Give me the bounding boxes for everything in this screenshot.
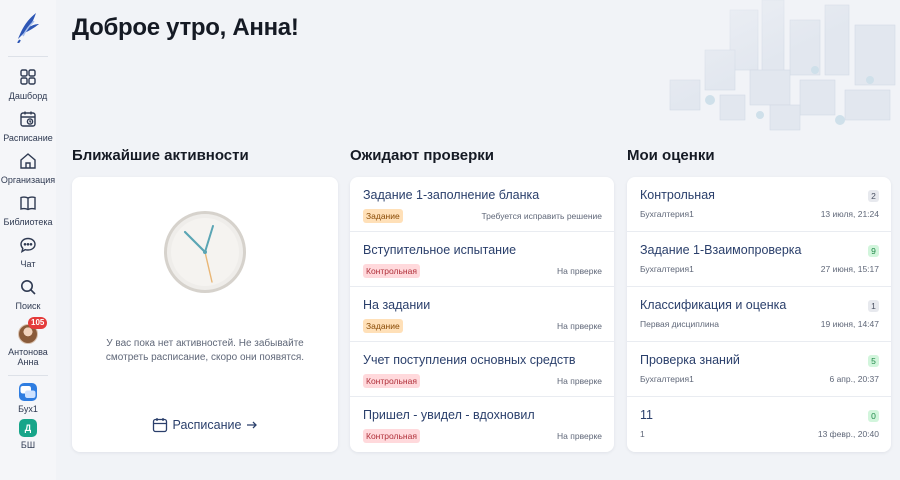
grade-course: Бухгалтерия1 — [640, 374, 694, 384]
grade-course: Бухгалтерия1 — [640, 264, 694, 274]
sidebar-item-label: Организация — [0, 175, 56, 185]
sidebar-item-label: Чат — [20, 259, 36, 269]
grade-date: 27 июня, 15:17 — [820, 264, 879, 274]
grade-badge: 0 — [868, 410, 879, 422]
activities-card: У вас пока нет активностей. Не забывайте… — [72, 177, 338, 452]
sidebar-item-label: Расписание — [3, 133, 53, 143]
grade-badge: 5 — [868, 355, 879, 367]
notification-badge: 105 — [28, 317, 48, 329]
review-item-title: Задание 1-заполнение бланка — [363, 188, 540, 202]
review-item[interactable]: Учет поступления основных средств Контро… — [350, 342, 614, 397]
grade-item-title: Задание 1-Взаимопроверка — [640, 243, 802, 257]
app-logo[interactable] — [11, 6, 45, 46]
org-label: БШ — [20, 440, 36, 450]
sidebar-org-buh1[interactable]: Бух1 — [0, 376, 56, 416]
sidebar-org-bsh[interactable]: Д БШ — [0, 416, 56, 452]
review-status: На прверке — [557, 376, 602, 386]
org-label: Бух1 — [18, 404, 38, 414]
sidebar-item-chat[interactable]: Чат — [0, 229, 56, 271]
clock-illustration-icon — [164, 211, 246, 293]
chat-icon — [20, 237, 36, 253]
review-item-title: Учет поступления основных средств — [363, 353, 576, 367]
grade-badge: 1 — [868, 300, 879, 312]
org-chip: Д — [19, 419, 37, 437]
review-item[interactable]: Задание 1-заполнение бланка Задание Требу… — [350, 177, 614, 232]
sidebar-item-organization[interactable]: Организация — [0, 145, 56, 187]
review-item-title: Пришел - увидел - вдохновил — [363, 408, 535, 422]
task-type-tag: Контрольная — [363, 429, 420, 443]
grade-course: 1 — [640, 429, 645, 439]
grade-item-title: Контрольная — [640, 188, 715, 202]
user-name-label: Антонова Анна — [8, 347, 48, 367]
chat-group-icon — [20, 386, 36, 398]
library-icon — [20, 196, 36, 211]
sidebar-item-library[interactable]: Библиотека — [0, 187, 56, 229]
grade-item[interactable]: 11 0 1 13 февр., 20:40 — [627, 397, 891, 452]
organization-icon — [20, 153, 36, 169]
grades-card: Контрольная 2 Бухгалтерия1 13 июля, 21:24… — [627, 177, 891, 452]
grade-item-title: 11 — [640, 408, 653, 422]
review-item-title: На задании — [363, 298, 431, 312]
empty-activities-text: У вас пока нет активностей. Не забывайте… — [105, 338, 305, 363]
task-type-tag: Контрольная — [363, 374, 420, 388]
sidebar-item-label: Дашборд — [8, 91, 48, 101]
dashboard-icon — [20, 69, 36, 85]
grade-item[interactable]: Задание 1-Взаимопроверка 9 Бухгалтерия1 2… — [627, 232, 891, 287]
page-title: Доброе утро, Анна! — [72, 14, 299, 41]
review-title: Ожидают проверки — [350, 147, 494, 164]
grade-date: 6 апр., 20:37 — [829, 374, 879, 384]
org-chip — [19, 383, 37, 401]
review-card: Задание 1-заполнение бланка Задание Требу… — [350, 177, 614, 452]
grade-item[interactable]: Классификация и оценка 1 Первая дисципли… — [627, 287, 891, 342]
sidebar-item-schedule[interactable]: Расписание — [0, 103, 56, 145]
schedule-link-label: Расписание — [172, 418, 242, 432]
calendar-icon — [152, 418, 167, 433]
grades-title: Мои оценки — [627, 147, 715, 164]
sidebar-item-dashboard[interactable]: Дашборд — [0, 61, 56, 103]
schedule-icon — [20, 111, 36, 127]
review-status: На прверке — [557, 321, 602, 331]
sidebar: Дашборд Расписание Организация Библиотек… — [0, 0, 56, 480]
search-icon — [21, 280, 36, 295]
review-status: На прверке — [557, 431, 602, 441]
grade-item[interactable]: Проверка знаний 5 Бухгалтерия1 6 апр., 20… — [627, 342, 891, 397]
sidebar-item-profile[interactable]: 105 Антонова Анна — [0, 313, 56, 369]
activities-title: Ближайшие активности — [72, 147, 249, 164]
sidebar-divider — [8, 56, 48, 57]
grade-course: Бухгалтерия1 — [640, 209, 694, 219]
grade-course: Первая дисциплина — [640, 319, 719, 329]
sidebar-item-label: Библиотека — [3, 217, 53, 227]
grade-date: 13 июля, 21:24 — [820, 209, 879, 219]
review-status: На прверке — [557, 266, 602, 276]
hero-city-illustration — [610, 0, 900, 140]
review-item[interactable]: Вступительное испытание Контрольная На пр… — [350, 232, 614, 287]
arrow-right-icon — [247, 421, 258, 429]
sidebar-item-label: Поиск — [15, 301, 41, 311]
review-status: Требуется исправить решение — [481, 211, 602, 221]
task-type-tag: Задание — [363, 209, 403, 223]
grade-badge: 2 — [868, 190, 879, 202]
avatar-wrapper: 105 — [18, 317, 48, 344]
sidebar-item-search[interactable]: Поиск — [0, 271, 56, 313]
schedule-link[interactable]: Расписание — [72, 417, 338, 433]
grade-date: 19 июня, 14:47 — [820, 319, 879, 329]
review-item[interactable]: На задании Задание На прверке — [350, 287, 614, 342]
task-type-tag: Контрольная — [363, 264, 420, 278]
grade-item-title: Классификация и оценка — [640, 298, 787, 312]
grade-item[interactable]: Контрольная 2 Бухгалтерия1 13 июля, 21:24 — [627, 177, 891, 232]
grade-item-title: Проверка знаний — [640, 353, 740, 367]
task-type-tag: Задание — [363, 319, 403, 333]
grade-date: 13 февр., 20:40 — [817, 429, 879, 439]
grade-badge: 9 — [868, 245, 879, 257]
review-item[interactable]: Пришел - увидел - вдохновил Контрольная Н… — [350, 397, 614, 452]
logo-icon — [17, 13, 39, 43]
review-item-title: Вступительное испытание — [363, 243, 517, 257]
